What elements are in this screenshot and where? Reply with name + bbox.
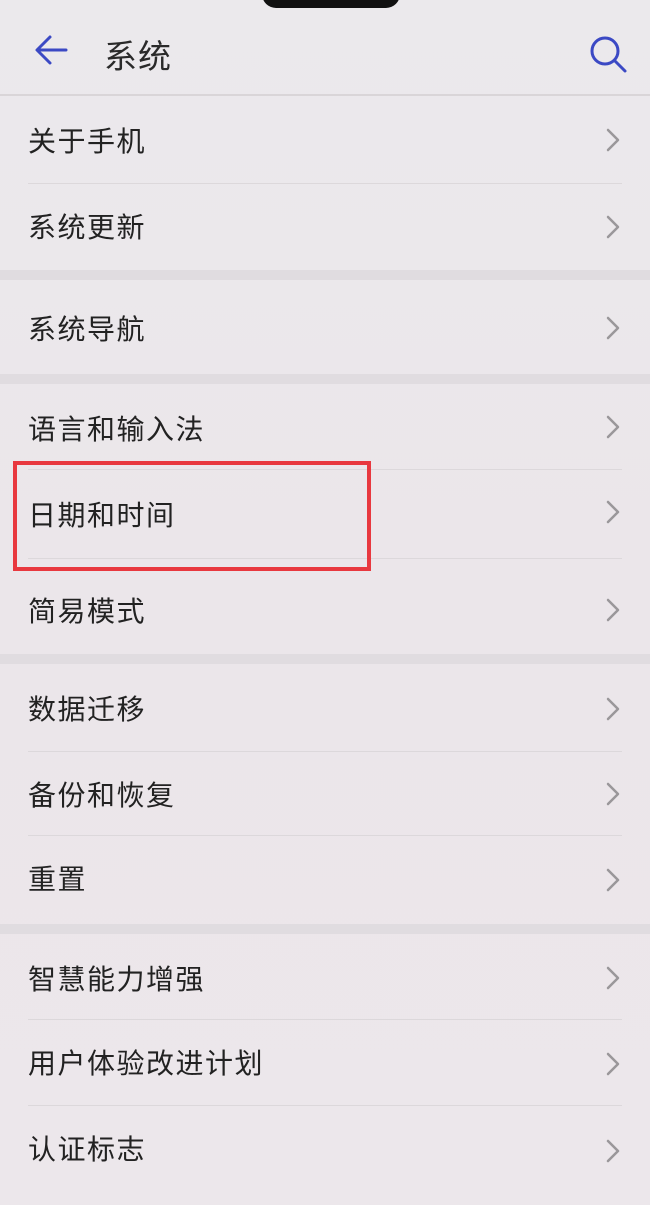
settings-item-certification-marks[interactable]: 认证标志 <box>0 1106 650 1190</box>
page-title: 系统 <box>104 37 172 76</box>
settings-item-backup-restore[interactable]: 备份和恢复 <box>0 752 650 836</box>
settings-item-label: 简易模式 <box>28 595 147 628</box>
settings-item-system-navigation[interactable]: 系统导航 <box>0 280 650 374</box>
group-gap <box>0 654 650 664</box>
chevron-right-icon <box>606 697 620 721</box>
chevron-right-icon <box>606 868 620 892</box>
settings-item-label: 系统导航 <box>28 313 147 346</box>
chevron-right-icon <box>606 316 620 340</box>
search-button[interactable] <box>584 30 632 78</box>
chevron-right-icon <box>606 782 620 806</box>
settings-item-label: 智慧能力增强 <box>28 963 206 996</box>
settings-item-reset[interactable]: 重置 <box>0 836 650 924</box>
settings-item-date-time[interactable]: 日期和时间 <box>0 470 650 558</box>
settings-item-about-phone[interactable]: 关于手机 <box>0 96 650 184</box>
settings-item-label: 日期和时间 <box>28 499 176 532</box>
chevron-right-icon <box>606 215 620 239</box>
settings-item-label: 认证标志 <box>28 1133 147 1166</box>
settings-item-label: 备份和恢复 <box>28 779 176 812</box>
settings-item-system-update[interactable]: 系统更新 <box>0 184 650 270</box>
settings-item-label: 用户体验改进计划 <box>28 1047 265 1080</box>
settings-screen: 系统 关于手机 系统更新 系统导航 语言和输入法 日期和时间 简易模式 数据迁移… <box>0 0 650 1205</box>
chevron-right-icon <box>606 128 620 152</box>
settings-item-data-migration[interactable]: 数据迁移 <box>0 664 650 752</box>
group-gap <box>0 374 650 384</box>
settings-item-smart-enhancement[interactable]: 智慧能力增强 <box>0 934 650 1020</box>
chevron-right-icon <box>606 500 620 524</box>
settings-item-label: 关于手机 <box>28 125 147 158</box>
settings-item-label: 语言和输入法 <box>28 413 206 446</box>
arrow-left-icon <box>35 35 68 65</box>
search-icon <box>590 36 627 73</box>
chevron-right-icon <box>606 1139 620 1163</box>
settings-item-label: 数据迁移 <box>28 693 147 726</box>
app-bar: 系统 <box>0 0 650 96</box>
settings-item-user-experience-program[interactable]: 用户体验改进计划 <box>0 1020 650 1106</box>
settings-item-label: 系统更新 <box>28 211 147 244</box>
group-gap <box>0 924 650 934</box>
group-gap <box>0 270 650 280</box>
chevron-right-icon <box>606 598 620 622</box>
chevron-right-icon <box>606 1052 620 1076</box>
chevron-right-icon <box>606 966 620 990</box>
settings-item-label: 重置 <box>28 863 88 896</box>
back-button[interactable] <box>28 26 76 74</box>
settings-item-language-input[interactable]: 语言和输入法 <box>0 384 650 470</box>
settings-item-simple-mode[interactable]: 简易模式 <box>0 559 650 654</box>
chevron-right-icon <box>606 415 620 439</box>
